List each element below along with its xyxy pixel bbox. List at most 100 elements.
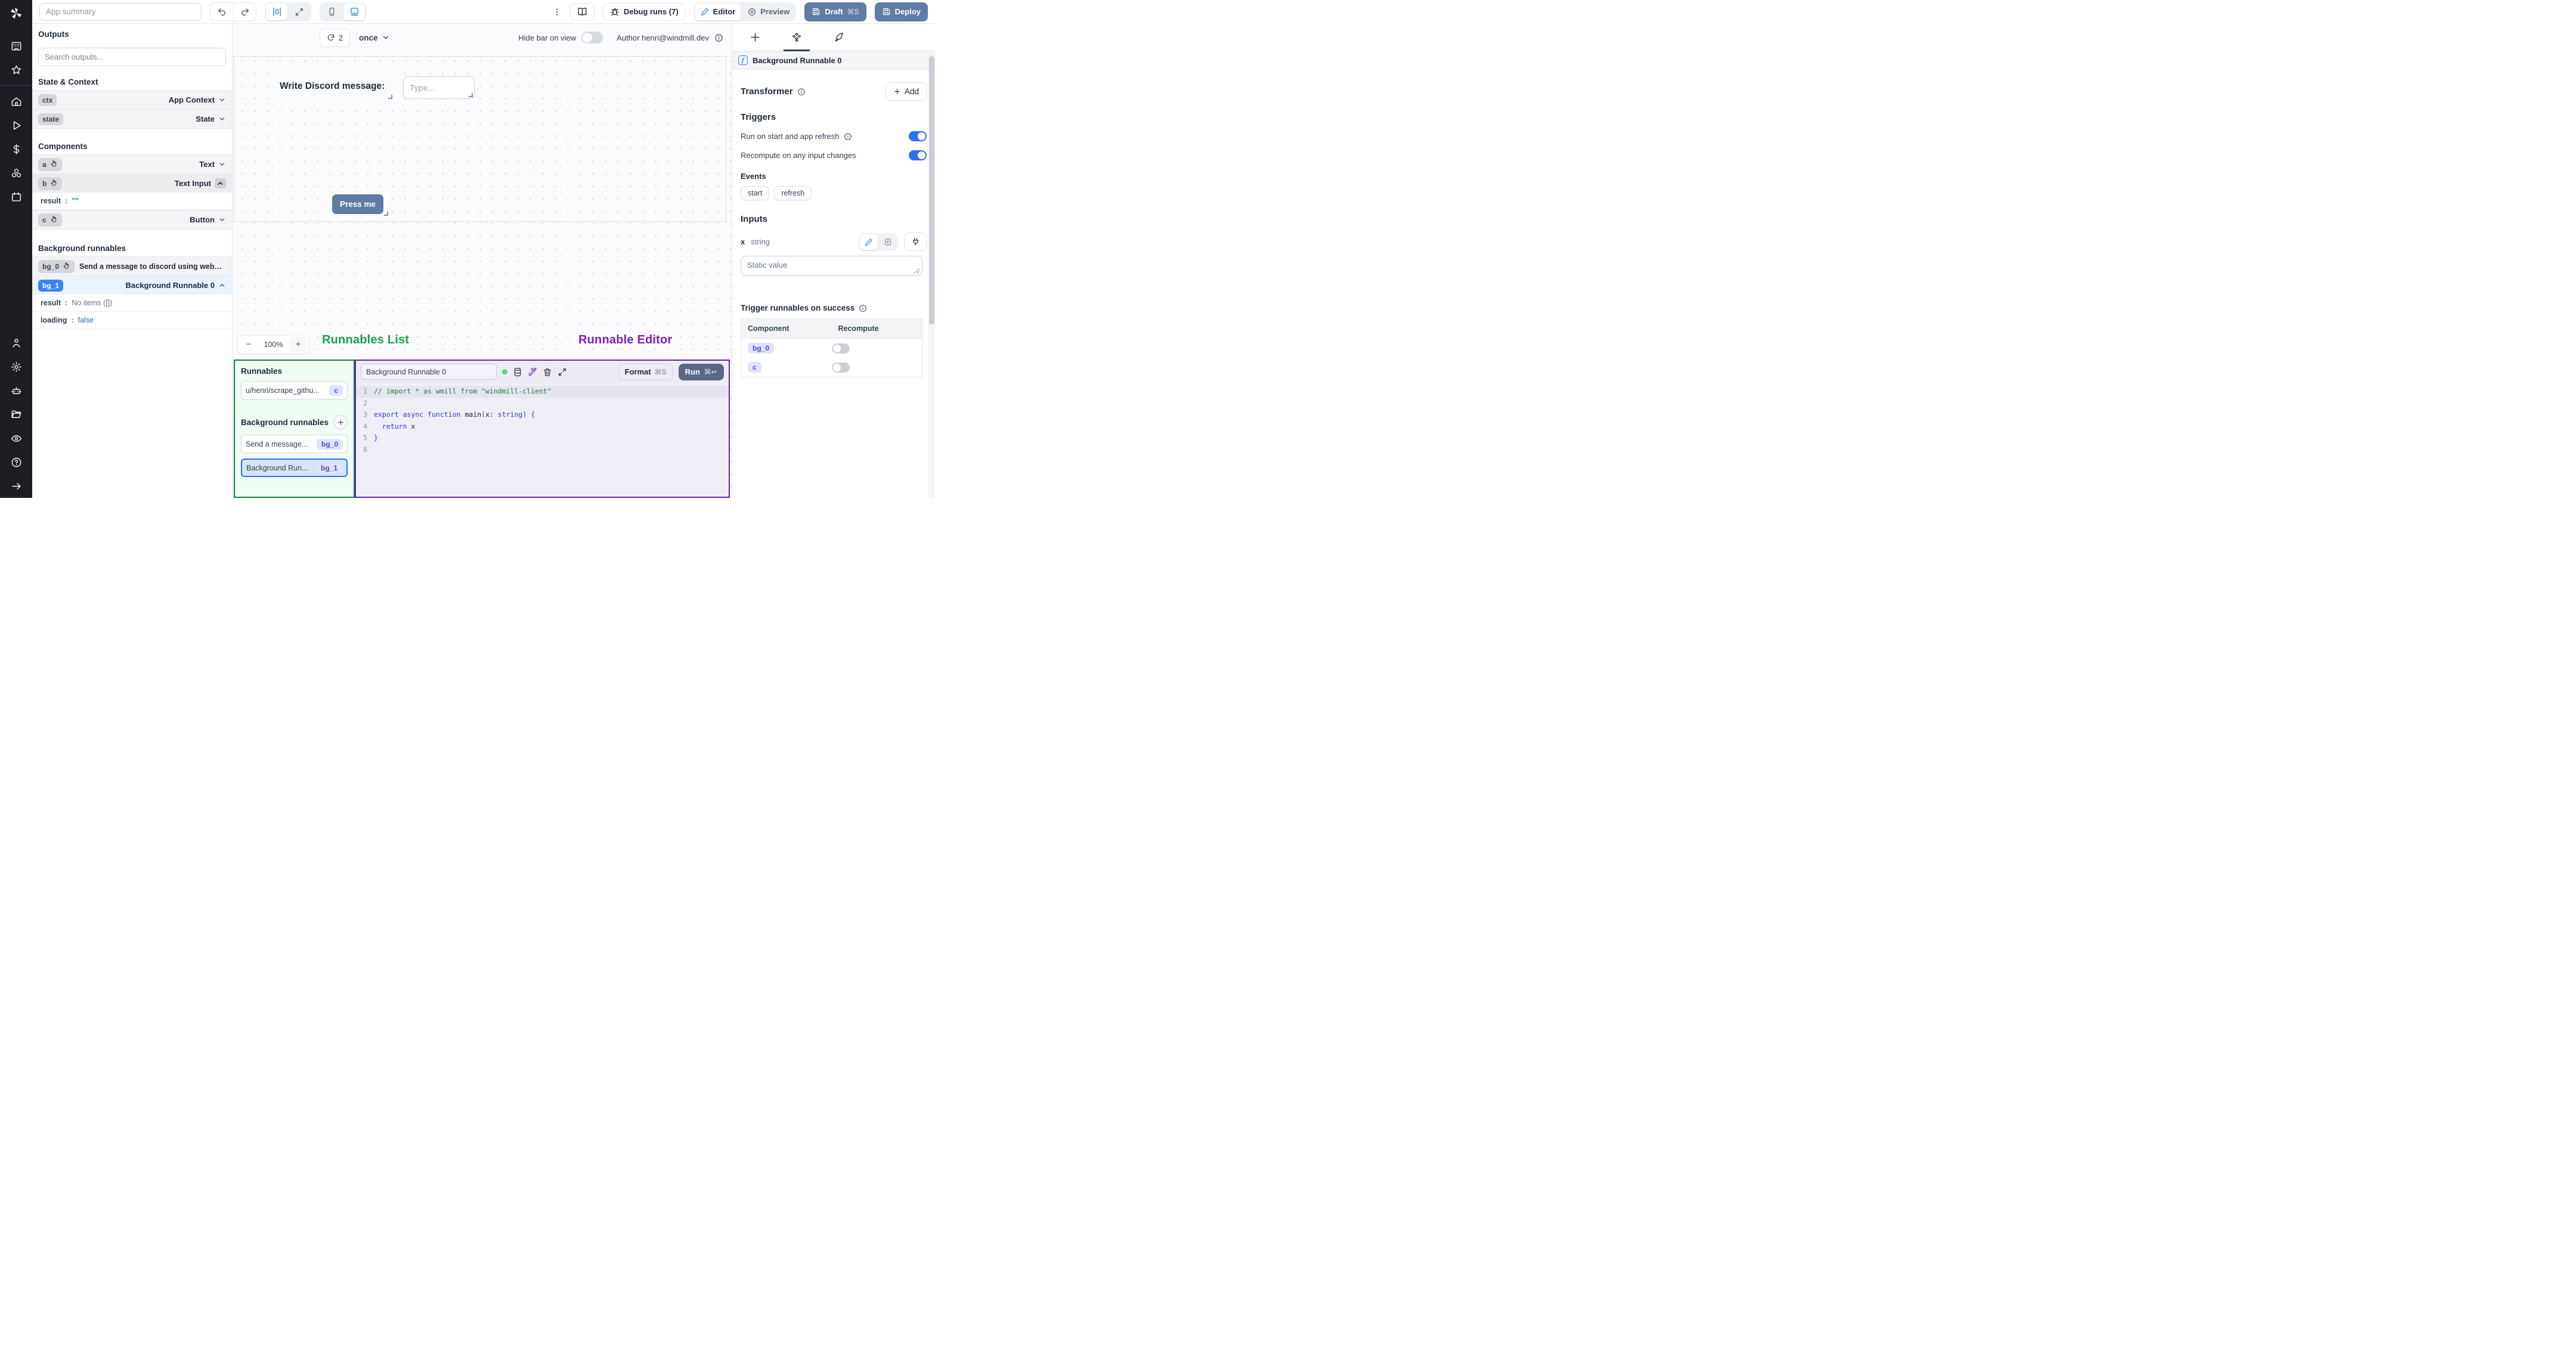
resize-handle[interactable] [384,212,388,216]
text-component[interactable]: Write Discord message: [277,73,394,100]
component-row-b[interactable]: b Text Input [32,174,232,193]
info-icon[interactable] [844,132,852,141]
deploy-button[interactable]: Deploy [874,2,928,21]
code-line[interactable]: 1// import * as wmill from "windmill-cli… [356,386,729,398]
runs-play-icon[interactable] [0,113,32,137]
event-chip-refresh[interactable]: refresh [774,186,812,200]
scrollbar[interactable] [928,51,935,498]
run-on-start-toggle[interactable] [909,131,927,141]
info-icon[interactable] [859,304,867,312]
draft-button[interactable]: Draft ⌘S [804,2,866,21]
code-line[interactable]: 5} [356,432,729,444]
chevron-up-icon[interactable] [218,281,226,289]
bg1-result-row[interactable]: result : No items ([]) [32,295,232,312]
recompute-toggle-bg0[interactable] [831,343,850,354]
docs-button[interactable] [569,2,595,21]
refresh-count-button[interactable]: 2 [320,28,350,47]
press-me-button[interactable]: Press me [332,194,383,214]
runnable-item-bg1-selected[interactable]: Background Run... bg_1 [241,459,348,477]
tab-component-settings-icon[interactable] [784,24,810,51]
windmill-logo[interactable] [9,6,23,23]
audit-eye-icon[interactable] [0,426,32,450]
code-line[interactable]: 4 return x [356,421,729,433]
zoom-in-button[interactable]: + [289,337,307,352]
resize-handle[interactable] [388,95,392,99]
chevron-down-icon[interactable] [218,216,226,224]
user-icon[interactable] [0,331,32,355]
runnable-item-bg0[interactable]: Send a message... bg_0 [241,435,348,453]
runnable-row-bg0[interactable]: bg_0 Send a message to discord using web… [32,256,232,276]
undo-button[interactable] [210,3,233,21]
more-menu-button[interactable] [552,7,562,17]
database-icon[interactable] [513,367,522,377]
folders-icon[interactable] [0,402,32,426]
chevron-down-icon[interactable] [218,160,226,168]
chevron-down-icon[interactable] [218,115,226,123]
schedule-dropdown[interactable]: once [359,33,390,42]
hide-bar-toggle[interactable] [581,32,603,44]
tab-editor[interactable]: Editor [695,3,741,20]
schedules-calendar-icon[interactable] [0,185,32,209]
event-chip-start[interactable]: start [741,186,770,200]
workers-robot-icon[interactable] [0,379,32,402]
component-row-a[interactable]: a Text [32,154,232,174]
home-icon[interactable] [0,89,32,113]
fullscreen-layout-button[interactable] [289,4,310,20]
code-line[interactable]: 6 [356,444,729,456]
textarea-resize-handle[interactable] [914,268,919,274]
static-mode-pencil-icon[interactable] [860,234,878,250]
settings-gear-icon[interactable] [0,355,32,379]
add-runnable-button[interactable] [333,415,348,429]
b-result-row[interactable]: result : "" [32,193,232,210]
favorites-star-icon[interactable] [0,58,32,82]
delete-trash-icon[interactable] [543,367,552,377]
row-badge-c[interactable]: c [748,362,761,373]
tab-insert-plus-icon[interactable] [742,24,768,51]
add-transformer-button[interactable]: Add [885,82,927,101]
component-row-c[interactable]: c Button [32,210,232,230]
code-editor[interactable]: 1// import * as wmill from "windmill-cli… [356,383,729,497]
expand-editor-icon[interactable] [558,367,567,377]
app-summary-input[interactable] [39,2,202,21]
expr-mode-f-icon[interactable] [879,234,897,250]
mobile-view-button[interactable] [321,4,342,20]
connect-plug-icon[interactable] [904,233,927,251]
runnable-row-bg1[interactable]: bg_1 Background Runnable 0 [32,275,232,295]
debug-runs-button[interactable]: Debug runs (7) [602,2,686,21]
apps-icon[interactable] [0,34,32,58]
runnable-name-input[interactable] [361,364,497,380]
output-row-ctx[interactable]: ctx App Context [32,90,232,110]
row-badge-bg0[interactable]: bg_0 [748,343,775,354]
code-line[interactable]: 3 export async function main(x: string) { [356,409,729,421]
code-line[interactable]: 2 [356,398,729,410]
tab-preview[interactable]: Preview [742,4,795,20]
chevron-up-icon[interactable] [215,178,226,188]
info-icon[interactable] [714,33,723,42]
center-layout-button[interactable] [266,3,287,20]
help-icon[interactable] [0,450,32,474]
output-row-state[interactable]: state State [32,109,232,129]
runnable-item-c[interactable]: u/henri/scrape_githu... c [241,381,348,399]
recompute-toggle[interactable] [909,150,927,160]
bg1-loading-row[interactable]: loading : false [32,312,232,329]
selected-runnable-header[interactable]: f Background Runnable 0 [732,51,935,70]
redo-button[interactable] [233,2,256,21]
info-icon[interactable] [797,88,806,96]
textinput-component[interactable]: Type... [403,76,475,99]
variables-dollar-icon[interactable] [0,137,32,161]
scrollbar-thumb[interactable] [929,56,934,324]
desktop-view-button[interactable] [343,3,365,20]
canvas-grid[interactable]: Write Discord message: Type... Press me … [233,51,732,498]
format-button[interactable]: Format ⌘S [618,363,673,380]
collapse-arrow-icon[interactable] [0,474,32,498]
zoom-out-button[interactable]: − [238,336,259,353]
resources-cubes-icon[interactable] [0,161,32,185]
static-value-field[interactable]: Static value [741,256,922,276]
recompute-toggle-c[interactable] [831,362,850,373]
search-outputs-input[interactable] [38,48,226,66]
chevron-down-icon[interactable] [218,96,226,104]
run-button[interactable]: Run ⌘↵ [678,363,724,380]
tab-styling-brush-icon[interactable] [825,24,852,51]
resize-handle[interactable] [469,93,473,97]
ai-wand-icon[interactable] [528,367,537,377]
